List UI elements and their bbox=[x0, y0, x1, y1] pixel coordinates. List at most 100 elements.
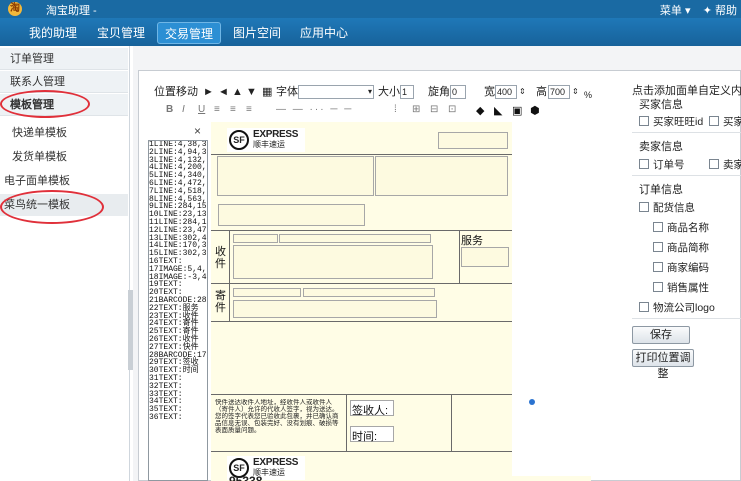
bottom-number: 95338 bbox=[229, 475, 262, 481]
checkbox-icon[interactable] bbox=[653, 282, 663, 292]
image-icon[interactable]: ▣ bbox=[512, 104, 522, 117]
font-select[interactable]: ▾ bbox=[298, 85, 374, 99]
element-list[interactable]: 1LINE:4,38,3 2LINE:4,94,3 3LINE:4,132, 4LIN… bbox=[148, 140, 208, 481]
spacing-icon[interactable]: ⁞ bbox=[394, 104, 397, 115]
distribute-icon[interactable]: ⊡ bbox=[448, 104, 456, 115]
checkbox-buyer-wangwang[interactable]: 买家旺旺id bbox=[639, 114, 703, 129]
sender-name-field[interactable] bbox=[233, 288, 301, 297]
checkbox-icon[interactable] bbox=[653, 242, 663, 252]
menu-button[interactable]: 菜单 ▾ bbox=[660, 5, 691, 17]
divider bbox=[632, 318, 741, 319]
checkbox-icon[interactable] bbox=[639, 202, 649, 212]
tab-item-management[interactable]: 宝贝管理 bbox=[92, 22, 150, 44]
line-style-icons[interactable]: — — ··· ─ ─ bbox=[276, 104, 353, 115]
recipient-phone-field[interactable] bbox=[279, 234, 431, 243]
sidebar-item-cainiao-template[interactable]: 菜鸟统一模板 bbox=[0, 194, 128, 216]
waybill-canvas[interactable]: SF EXPRESS 顺丰速运 收件 服务 寄件 快件送达收件人地址，经收件人或… bbox=[211, 122, 512, 481]
move-right-icon[interactable]: ► bbox=[203, 84, 214, 100]
size-input[interactable]: 1 bbox=[400, 85, 414, 99]
checkbox-product-name[interactable]: 商品名称 bbox=[653, 220, 709, 235]
tab-my-assistant[interactable]: 我的助理 bbox=[22, 22, 84, 44]
percent-label: % bbox=[584, 90, 593, 100]
checkbox-icon[interactable] bbox=[709, 116, 719, 126]
tab-trade-management[interactable]: 交易管理 bbox=[157, 22, 221, 44]
rotate-input[interactable]: 0 bbox=[450, 85, 466, 99]
grid-icon[interactable]: ▦ bbox=[262, 84, 272, 100]
notice-text: 快件送达收件人地址，经收件人或收件人（寄件人）允许的代收人签字，视为送达。您的签… bbox=[215, 399, 339, 434]
underline-icon[interactable]: U bbox=[198, 104, 205, 115]
width-input[interactable]: 400 bbox=[495, 85, 517, 99]
align-h-icon[interactable]: ⊞ bbox=[412, 104, 420, 115]
sidebar-item-contact-management[interactable]: 联系人管理 bbox=[0, 71, 128, 93]
align-left-icon[interactable]: ≡ bbox=[214, 104, 220, 115]
checkbox-seller-other[interactable]: 卖家 bbox=[709, 157, 741, 172]
list-item[interactable]: 36TEXT: bbox=[149, 413, 207, 422]
divider bbox=[459, 230, 460, 284]
sender-address-field[interactable] bbox=[233, 300, 437, 318]
send-back-icon[interactable]: ◣ bbox=[494, 104, 502, 117]
height-input[interactable]: 700 bbox=[548, 85, 570, 99]
print-adjust-button[interactable]: 打印位置调整 bbox=[632, 349, 694, 380]
barcode-field[interactable] bbox=[438, 132, 508, 149]
sidebar-item-e-waybill-template[interactable]: 电子面单模板 bbox=[0, 170, 128, 192]
move-left-icon[interactable]: ◄ bbox=[218, 84, 229, 100]
origin-field[interactable] bbox=[217, 156, 374, 196]
sender-phone-field[interactable] bbox=[303, 288, 435, 297]
sidebar-item-delivery-template[interactable]: 发货单模板 bbox=[0, 146, 128, 168]
resize-handle-icon[interactable] bbox=[529, 399, 535, 405]
width-stepper-icon[interactable]: ⇕ bbox=[519, 84, 526, 100]
recipient-address-field[interactable] bbox=[233, 245, 433, 279]
checkbox-product-short-name[interactable]: 商品简称 bbox=[653, 240, 709, 255]
sf-logo-cn: 顺丰速运 bbox=[253, 140, 285, 149]
close-icon[interactable]: × bbox=[194, 124, 201, 138]
canvas-overflow bbox=[478, 476, 591, 481]
divider bbox=[211, 154, 512, 155]
sidebar-item-template-management[interactable]: 模板管理 bbox=[0, 94, 128, 116]
bold-icon[interactable]: B bbox=[166, 104, 173, 115]
size-label: 大小 bbox=[378, 86, 400, 98]
bring-front-icon[interactable]: ◆ bbox=[476, 104, 484, 117]
move-down-icon[interactable]: ▼ bbox=[246, 84, 257, 100]
chevron-down-icon: ▾ bbox=[367, 87, 372, 96]
sidebar-item-express-template[interactable]: 快递单模板 bbox=[0, 122, 128, 144]
checkbox-picking-info[interactable]: 配货信息 bbox=[639, 200, 695, 215]
divider bbox=[632, 175, 741, 176]
checkbox-order-number[interactable]: 订单号 bbox=[639, 157, 685, 172]
sidebar-item-order-management[interactable]: 订单管理 bbox=[0, 48, 128, 70]
rotate-label: 旋角 bbox=[428, 86, 450, 98]
tab-app-center[interactable]: 应用中心 bbox=[293, 22, 355, 44]
routing-field[interactable] bbox=[218, 204, 365, 226]
checkbox-sales-attribute[interactable]: 销售属性 bbox=[653, 280, 709, 295]
checkbox-icon[interactable] bbox=[709, 159, 719, 169]
align-center-icon[interactable]: ≡ bbox=[230, 104, 236, 115]
italic-icon[interactable]: I bbox=[182, 104, 185, 115]
recipient-name-field[interactable] bbox=[233, 234, 278, 243]
checkbox-buyer-other[interactable]: 买家 bbox=[709, 114, 741, 129]
divider bbox=[346, 394, 347, 452]
checkbox-icon[interactable] bbox=[639, 159, 649, 169]
sf-express-logo: SF EXPRESS 顺丰速运 bbox=[227, 128, 305, 152]
checkbox-logistics-logo[interactable]: 物流公司logo bbox=[639, 300, 715, 315]
checkbox-icon[interactable] bbox=[653, 222, 663, 232]
checkbox-icon[interactable] bbox=[639, 116, 649, 126]
delete-icon[interactable]: ⬢ bbox=[530, 104, 540, 117]
divider bbox=[451, 394, 452, 452]
sign-label: 签收人: bbox=[352, 405, 389, 417]
divider bbox=[632, 132, 741, 133]
align-right-icon[interactable]: ≡ bbox=[246, 104, 252, 115]
save-button[interactable]: 保存 bbox=[632, 326, 690, 344]
move-up-icon[interactable]: ▲ bbox=[232, 84, 243, 100]
checkbox-merchant-code[interactable]: 商家编码 bbox=[653, 260, 709, 275]
sidebar: 订单管理 联系人管理 模板管理 快递单模板 发货单模板 电子面单模板 菜鸟统一模… bbox=[0, 46, 130, 481]
tab-picture-space[interactable]: 图片空间 bbox=[228, 22, 286, 44]
align-v-icon[interactable]: ⊟ bbox=[430, 104, 438, 115]
height-stepper-icon[interactable]: ⇕ bbox=[572, 84, 579, 100]
checkbox-icon[interactable] bbox=[639, 302, 649, 312]
destination-field[interactable] bbox=[375, 156, 508, 196]
order-section-title: 订单信息 bbox=[639, 184, 683, 196]
checkbox-icon[interactable] bbox=[653, 262, 663, 272]
help-button[interactable]: 帮助 bbox=[715, 5, 737, 17]
service-label: 服务 bbox=[461, 235, 483, 247]
help-icon[interactable]: ✦ bbox=[703, 5, 712, 17]
service-field[interactable] bbox=[461, 247, 509, 267]
